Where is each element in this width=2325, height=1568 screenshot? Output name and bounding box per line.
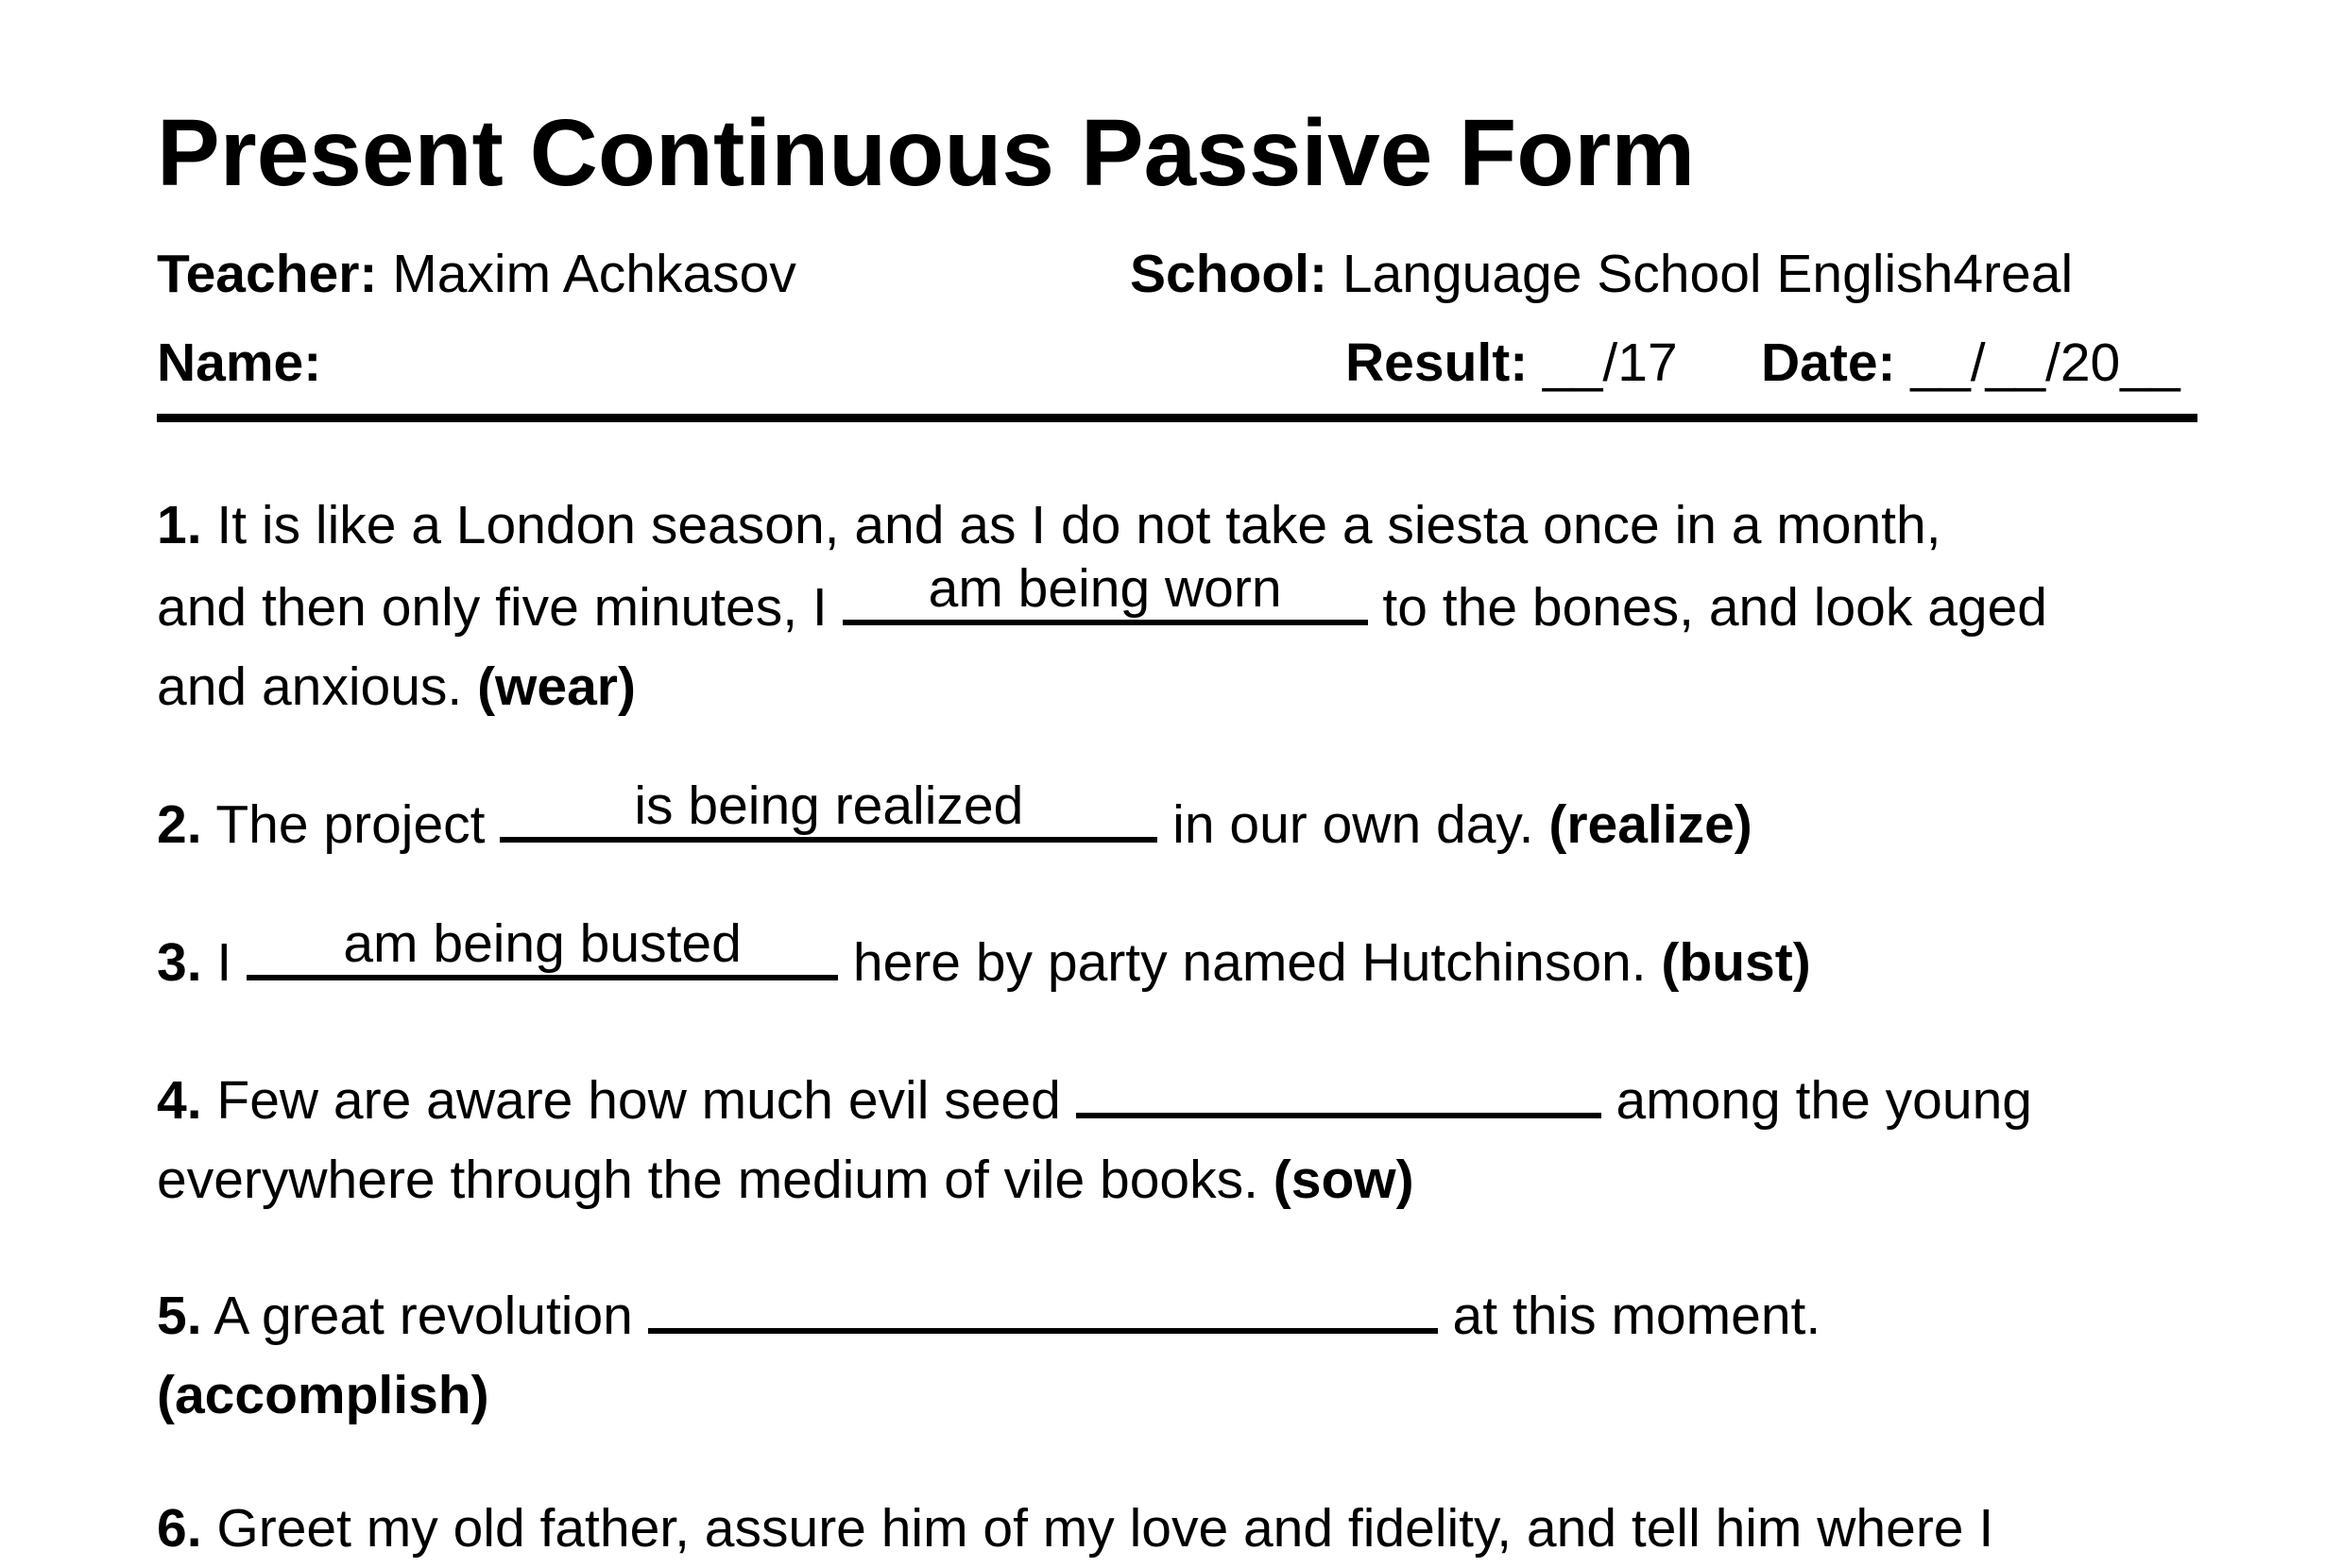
teacher-field: Teacher: Maxim Achkasov [157, 247, 796, 301]
question-line: 1. It is like a London season, and as I … [157, 486, 2047, 565]
question-line: 3. I am being busted here by party named… [157, 913, 1811, 1002]
question-text: A great revolution [214, 1286, 648, 1346]
question-text: The project [215, 794, 501, 855]
question-4: 4. Few are aware how much evil seed amon… [157, 1058, 2032, 1219]
answer-text: am being busted [343, 913, 742, 974]
question-line: everywhere through the medium of vile bo… [157, 1140, 2032, 1219]
question-line: and anxious. (wear) [157, 647, 2047, 726]
question-line: 6. Greet my old father, assure him of my… [157, 1489, 1993, 1568]
teacher-label: Teacher: [157, 244, 378, 304]
answer-blank[interactable] [647, 1273, 1438, 1334]
question-line: 2. The project is being realized in our … [157, 775, 1752, 864]
worksheet-title: Present Continuous Passive Form [157, 100, 1696, 206]
question-text: among the young [1600, 1070, 2032, 1131]
question-number: 6. [157, 1498, 202, 1559]
answer-blank[interactable]: is being realized [500, 775, 1158, 843]
question-5: 5. A great revolution at this moment. (a… [157, 1273, 1821, 1435]
question-number: 2. [157, 794, 202, 855]
worksheet-page: Present Continuous Passive Form Teacher:… [0, 0, 2325, 1559]
date-label: Date: [1761, 332, 1896, 393]
question-line: 5. A great revolution at this moment. [157, 1273, 1821, 1355]
question-text: and then only five minutes, I [157, 577, 843, 638]
question-text: and anxious. [157, 656, 478, 717]
answer-text: am being worn [928, 558, 1282, 619]
question-text: I [216, 932, 248, 993]
question-text: at this moment. [1437, 1286, 1821, 1346]
header-divider [157, 414, 2197, 422]
question-text: in our own day. [1157, 794, 1549, 855]
school-field: School: Language School English4real [1130, 247, 2073, 301]
question-3: 3. I am being busted here by party named… [157, 913, 1811, 1002]
question-text: everywhere through the medium of vile bo… [157, 1150, 1274, 1210]
teacher-name: Maxim Achkasov [392, 244, 796, 304]
name-field[interactable]: Name: [157, 336, 321, 390]
answer-blank[interactable] [1075, 1058, 1601, 1118]
result-field[interactable]: Result: __/17 [1345, 336, 1678, 390]
question-1: 1. It is like a London season, and as I … [157, 486, 2047, 726]
question-text: It is like a London season, and as I do … [216, 495, 1941, 555]
question-text: to the bones, and look aged [1367, 577, 2047, 638]
date-value: __/__/20__ [1910, 332, 2180, 393]
question-line: and then only five minutes, I am being w… [157, 558, 2047, 647]
verb-hint: (wear) [477, 656, 636, 717]
verb-hint: (realize) [1548, 794, 1752, 855]
answer-blank[interactable]: am being busted [247, 913, 839, 980]
school-label: School: [1130, 244, 1327, 304]
question-number: 3. [157, 932, 202, 993]
verb-hint: (bust) [1661, 932, 1811, 993]
question-text: Few are aware how much evil seed [216, 1070, 1076, 1131]
question-number: 1. [157, 495, 202, 555]
question-6: 6. Greet my old father, assure him of my… [157, 1489, 1993, 1568]
school-name: Language School English4real [1342, 244, 2074, 304]
question-line: 4. Few are aware how much evil seed amon… [157, 1058, 2032, 1140]
question-number: 5. [157, 1286, 202, 1346]
question-2: 2. The project is being realized in our … [157, 775, 1752, 864]
question-text: here by party named Hutchinson. [838, 932, 1662, 993]
answer-text: is being realized [634, 775, 1024, 836]
name-label: Name: [157, 332, 322, 393]
answer-blank[interactable]: am being worn [842, 558, 1368, 625]
result-value: __/17 [1543, 332, 1678, 393]
verb-hint: (sow) [1273, 1150, 1414, 1210]
date-field[interactable]: Date: __/__/20__ [1761, 336, 2180, 390]
question-number: 4. [157, 1070, 202, 1131]
question-line: (accomplish) [157, 1355, 1821, 1435]
question-text: Greet my old father, assure him of my lo… [216, 1498, 1994, 1559]
result-label: Result: [1345, 332, 1529, 393]
verb-hint: (accomplish) [157, 1365, 489, 1425]
